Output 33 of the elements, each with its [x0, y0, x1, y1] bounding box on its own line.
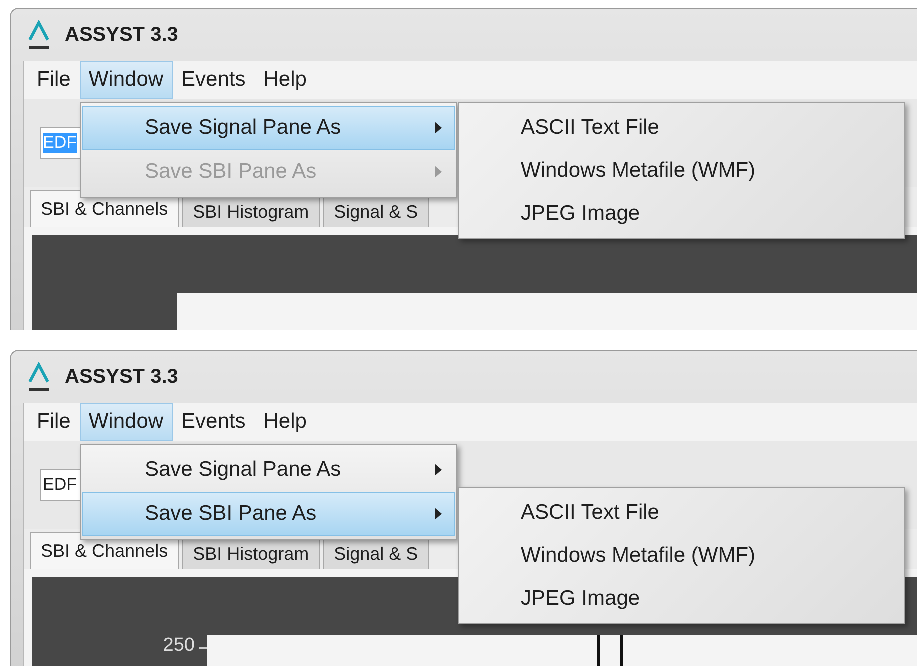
- submenu-arrow-icon: [435, 508, 442, 520]
- tab[interactable]: SBI Histogram: [182, 538, 320, 569]
- signal-trace-drawing: [597, 635, 625, 666]
- submenu-arrow-icon: [435, 122, 442, 134]
- menu-bar-item[interactable]: Events: [172, 403, 255, 441]
- menu-bar-item[interactable]: File: [28, 61, 80, 99]
- submenu-item[interactable]: ASCII Text File: [459, 106, 904, 149]
- menu-bar-item[interactable]: Help: [254, 61, 316, 99]
- format-field[interactable]: EDF: [40, 469, 82, 501]
- app-logo-icon: [27, 362, 51, 392]
- tick-mark: [199, 647, 207, 649]
- menu-item[interactable]: Save Signal Pane As: [82, 448, 455, 492]
- menu-bar-item[interactable]: Window: [80, 403, 173, 441]
- app-logo-icon: [27, 20, 51, 50]
- window-title: ASSYST 3.3: [65, 366, 178, 388]
- menu-bar-item[interactable]: File: [28, 403, 80, 441]
- menu-bar-item[interactable]: Events: [172, 61, 255, 99]
- menu-bar-item[interactable]: Help: [254, 403, 316, 441]
- menu-item[interactable]: Save SBI Pane As: [82, 492, 455, 536]
- submenu-arrow-icon: [435, 166, 442, 178]
- axis-tick-label: 250: [163, 635, 195, 657]
- tab[interactable]: Signal & S: [323, 538, 430, 569]
- menu-item[interactable]: Save Signal Pane As: [82, 106, 455, 150]
- tab[interactable]: Signal & S: [323, 196, 430, 227]
- submenu-item[interactable]: Windows Metafile (WMF): [459, 534, 904, 577]
- submenu-item[interactable]: Windows Metafile (WMF): [459, 149, 904, 192]
- window-title: ASSYST 3.3: [65, 24, 178, 46]
- submenu-item[interactable]: JPEG Image: [459, 192, 904, 235]
- submenu-item[interactable]: JPEG Image: [459, 577, 904, 620]
- submenu-arrow-icon: [435, 464, 442, 476]
- menu-bar-item[interactable]: Window: [80, 61, 173, 99]
- tab[interactable]: SBI Histogram: [182, 196, 320, 227]
- submenu-item[interactable]: ASCII Text File: [459, 491, 904, 534]
